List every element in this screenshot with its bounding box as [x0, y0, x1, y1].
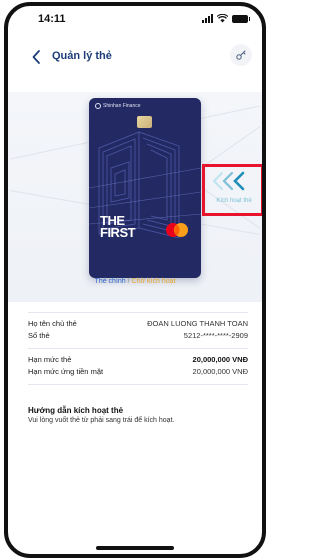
highlight-box — [202, 164, 262, 216]
status-time: 14:11 — [38, 13, 66, 25]
card-holder-name: ĐOAN LUONG THANH TOAN — [147, 319, 248, 328]
guide-text: Vui lòng vuốt thẻ từ phải sang trái để k… — [28, 417, 175, 424]
home-indicator[interactable] — [96, 546, 174, 550]
card-status-badge: Chờ kích hoạt — [131, 278, 176, 285]
guide-title: Hướng dẫn kích hoạt thẻ — [28, 406, 124, 415]
info-row-card-number: Số thẻ 5212-****-****-2909 — [28, 331, 248, 340]
phone-frame: 14:11 Quản lý thẻ Shinhan Finance THE FI… — [4, 2, 266, 558]
activation-guide: Hướng dẫn kích hoạt thẻ Vui lòng vuốt th… — [28, 406, 250, 424]
signal-icon — [202, 14, 213, 23]
credit-card[interactable]: Shinhan Finance THE FIRST — [89, 98, 201, 278]
mastercard-logo — [166, 223, 188, 237]
status-bar: 14:11 — [8, 6, 262, 34]
info-row-credit-limit: Hạn mức thẻ 20,000,000 VNĐ — [28, 355, 248, 364]
page-title: Quản lý thẻ — [52, 50, 112, 62]
card-carousel: Shinhan Finance THE FIRST Kích hoạt thẻ — [8, 92, 262, 302]
card-chip — [137, 116, 152, 128]
issuer-logo: Shinhan Finance — [95, 103, 141, 109]
card-number: 5212-****-****-2909 — [183, 331, 248, 340]
status-separator: / — [127, 278, 130, 285]
cash-advance-limit: 20,000,000 VNĐ — [192, 367, 248, 376]
app-header: Quản lý thẻ — [8, 44, 262, 74]
card-info: Họ tên chủ thẻ ĐOAN LUONG THANH TOAN Số … — [28, 312, 248, 391]
info-row-cash-limit: Hạn mức ứng tiền mặt 20,000,000 VNĐ — [28, 367, 248, 376]
card-settings-icon — [236, 50, 246, 60]
card-status: Thẻ chính / Chờ kích hoạt — [8, 278, 262, 285]
chevron-left-icon[interactable] — [30, 48, 44, 66]
card-type-label: Thẻ chính — [94, 278, 126, 285]
card-settings-button[interactable] — [230, 44, 252, 66]
credit-limit: 20,000,000 VNĐ — [192, 355, 248, 364]
card-brand-text: THE FIRST — [100, 213, 136, 240]
wifi-icon — [217, 14, 228, 23]
status-icons — [202, 14, 250, 23]
battery-icon — [232, 14, 250, 23]
info-row-holder: Họ tên chủ thẻ ĐOAN LUONG THANH TOAN — [28, 319, 248, 328]
